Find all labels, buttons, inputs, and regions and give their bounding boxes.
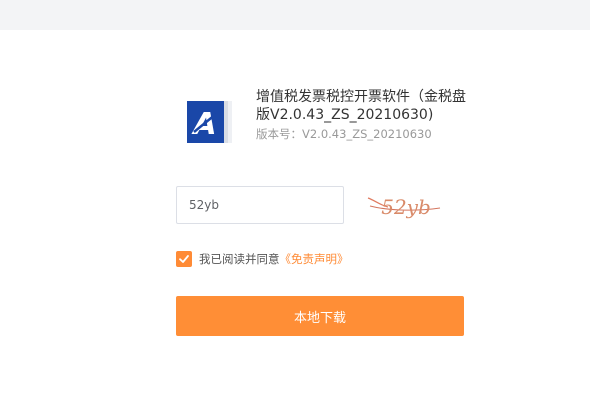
version-label: 版本号：	[256, 127, 302, 141]
top-header-strip	[0, 0, 590, 30]
captcha-input[interactable]	[176, 186, 344, 224]
disclaimer-link[interactable]: 《免责声明》	[280, 251, 349, 267]
captcha-image[interactable]: 52yb	[364, 186, 444, 226]
agreement-text: 我已阅读并同意	[199, 252, 280, 266]
app-info-card: A 增值税发票税控开票软件（金税盘版V2.0.43_ZS_20210630) 版…	[186, 88, 476, 150]
captcha-image-text: 52yb	[381, 195, 431, 219]
aisino-logo-icon: A	[186, 98, 234, 146]
agreement-row: 我已阅读并同意 《免责声明》	[176, 250, 349, 268]
version-value: V2.0.43_ZS_20210630	[302, 127, 432, 141]
local-download-button[interactable]: 本地下载	[176, 296, 464, 336]
download-page: A 增值税发票税控开票软件（金税盘版V2.0.43_ZS_20210630) 版…	[0, 0, 590, 408]
agree-checkbox[interactable]	[176, 251, 192, 267]
app-title: 增值税发票税控开票软件（金税盘版V2.0.43_ZS_20210630)	[256, 89, 466, 123]
checkmark-icon	[179, 255, 189, 263]
app-version: 版本号：V2.0.43_ZS_20210630	[256, 127, 432, 141]
